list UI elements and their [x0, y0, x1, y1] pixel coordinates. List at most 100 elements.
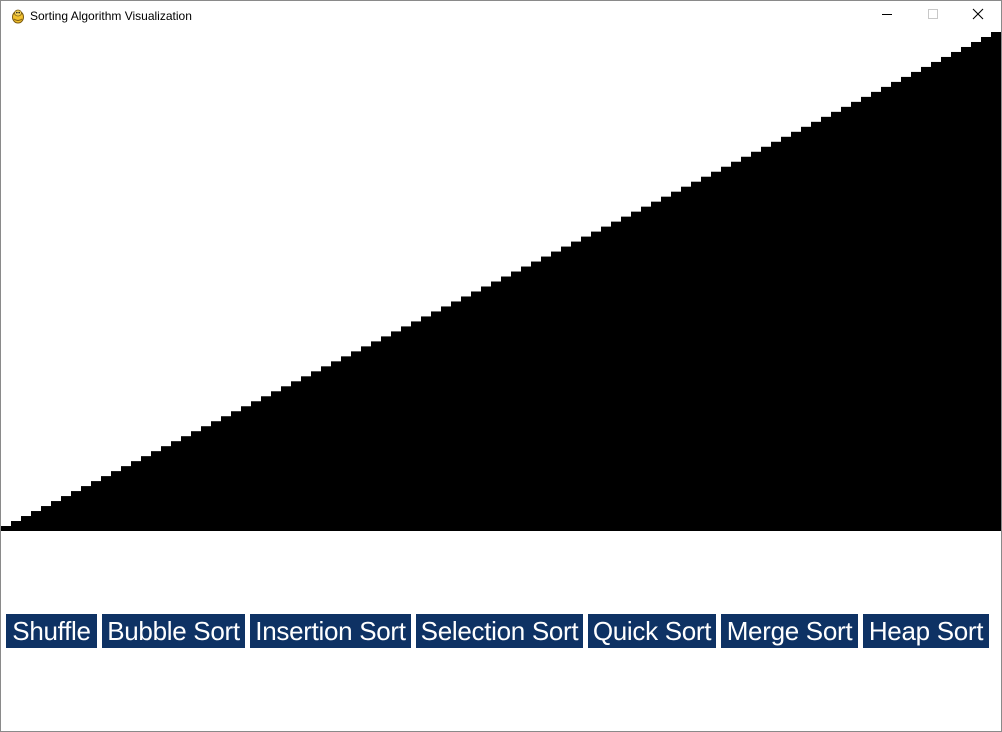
bar: [901, 76, 912, 531]
bar: [401, 326, 412, 531]
bar: [241, 406, 252, 531]
bar: [381, 336, 392, 531]
bar: [331, 361, 342, 531]
bar: [521, 266, 532, 531]
bar: [871, 91, 882, 531]
insertion-sort-button[interactable]: Insertion Sort: [250, 614, 411, 648]
bar: [961, 46, 972, 531]
bar: [701, 176, 712, 531]
bar: [511, 271, 522, 531]
bar: [921, 66, 932, 531]
bar: [851, 101, 862, 531]
bar: [621, 216, 632, 531]
bar: [61, 496, 72, 531]
bar: [541, 256, 552, 531]
bar: [351, 351, 362, 531]
bar: [561, 246, 572, 531]
bar: [21, 516, 32, 531]
bar: [211, 421, 222, 531]
bar: [371, 341, 382, 531]
bar: [671, 191, 682, 531]
bar: [451, 301, 462, 531]
bar: [91, 481, 102, 531]
bar: [821, 116, 832, 531]
bar: [251, 401, 262, 531]
app-window: Sorting Algorithm Visualization Shuffle …: [0, 0, 1002, 732]
pygame-snake-icon: [10, 8, 26, 24]
bar: [141, 456, 152, 531]
close-button[interactable]: [955, 1, 1000, 31]
bar: [661, 196, 672, 531]
bar: [71, 491, 82, 531]
bar: [751, 151, 762, 531]
merge-sort-button[interactable]: Merge Sort: [721, 614, 858, 648]
bar: [591, 231, 602, 531]
window-title: Sorting Algorithm Visualization: [30, 9, 192, 23]
bar: [411, 321, 422, 531]
bar: [571, 241, 582, 531]
bar: [391, 331, 402, 531]
algorithm-button-row: Shuffle Bubble Sort Insertion Sort Selec…: [1, 614, 1001, 648]
bar: [201, 426, 212, 531]
bar: [771, 141, 782, 531]
close-icon: [972, 7, 984, 25]
bar: [111, 471, 122, 531]
bar: [471, 291, 482, 531]
bar: [101, 476, 112, 531]
maximize-icon: [927, 7, 939, 25]
shuffle-button[interactable]: Shuffle: [6, 614, 97, 648]
bar: [641, 206, 652, 531]
bar: [441, 306, 452, 531]
bar: [161, 446, 172, 531]
bar: [221, 416, 232, 531]
bar: [1, 526, 12, 531]
bar: [691, 181, 702, 531]
bar: [81, 486, 92, 531]
bar: [841, 106, 852, 531]
bar: [121, 466, 132, 531]
bubble-sort-button[interactable]: Bubble Sort: [102, 614, 245, 648]
bar: [611, 221, 622, 531]
maximize-button[interactable]: [910, 1, 955, 31]
minimize-button[interactable]: [864, 1, 909, 31]
bar: [261, 396, 272, 531]
heap-sort-button[interactable]: Heap Sort: [863, 614, 989, 648]
bar: [881, 86, 892, 531]
bar: [781, 136, 792, 531]
bar: [681, 186, 692, 531]
bar: [531, 261, 542, 531]
bar: [551, 251, 562, 531]
bar: [721, 166, 732, 531]
selection-sort-button[interactable]: Selection Sort: [416, 614, 583, 648]
bar: [601, 226, 612, 531]
quick-sort-button[interactable]: Quick Sort: [588, 614, 716, 648]
bar: [491, 281, 502, 531]
bar: [361, 346, 372, 531]
bar: [991, 32, 1001, 531]
bar: [711, 171, 722, 531]
bar: [151, 451, 162, 531]
bar: [831, 111, 842, 531]
bar: [11, 521, 22, 531]
bar: [951, 51, 962, 531]
bar: [741, 156, 752, 531]
visualization-canvas: Shuffle Bubble Sort Insertion Sort Selec…: [1, 32, 1001, 731]
bar: [181, 436, 192, 531]
bar: [761, 146, 772, 531]
bars-plot: [1, 32, 1001, 531]
bar: [41, 506, 52, 531]
minimize-icon: [881, 7, 893, 25]
bar: [301, 376, 312, 531]
bar: [931, 61, 942, 531]
bar: [581, 236, 592, 531]
bar: [31, 511, 42, 531]
bar: [941, 56, 952, 531]
title-bar[interactable]: Sorting Algorithm Visualization: [1, 1, 1001, 32]
bar: [731, 161, 742, 531]
bar: [461, 296, 472, 531]
bar: [791, 131, 802, 531]
bar: [231, 411, 242, 531]
bar: [481, 286, 492, 531]
bar: [981, 36, 992, 531]
bar: [971, 41, 982, 531]
